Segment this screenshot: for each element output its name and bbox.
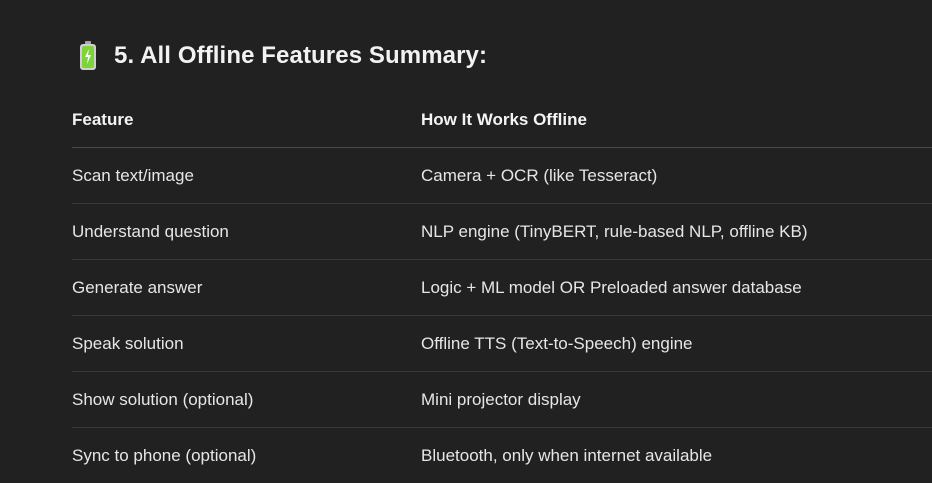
feature-cell: Scan text/image [72,165,194,185]
method-cell: Camera + OCR (like Tesseract) [421,165,658,185]
table-row: Scan text/image Camera + OCR (like Tesse… [72,148,932,204]
section-title: 5. All Offline Features Summary: [114,42,488,69]
method-cell: Logic + ML model OR Preloaded answer dat… [421,277,802,297]
feature-cell: Show solution (optional) [72,389,254,409]
table-row: Generate answer Logic + ML model OR Prel… [72,260,932,316]
features-table: Feature How It Works Offline Scan text/i… [72,92,932,483]
header-how-it-works: How It Works Offline [421,109,587,129]
table-row: Understand question NLP engine (TinyBERT… [72,204,932,260]
section-heading: 5. All Offline Features Summary: [78,38,487,74]
battery-icon [78,41,98,71]
table-row: Speak solution Offline TTS (Text-to-Spee… [72,316,932,372]
feature-cell: Understand question [72,221,229,241]
feature-cell: Sync to phone (optional) [72,446,257,465]
method-cell: NLP engine (TinyBERT, rule-based NLP, of… [421,221,808,241]
table-header-row: Feature How It Works Offline [72,92,932,148]
feature-cell: Speak solution [72,333,184,353]
table-row: Sync to phone (optional) Bluetooth, only… [72,428,932,483]
method-cell: Offline TTS (Text-to-Speech) engine [421,333,693,353]
table-row: Show solution (optional) Mini projector … [72,372,932,428]
feature-cell: Generate answer [72,277,203,297]
header-feature: Feature [72,109,134,129]
method-cell: Mini projector display [421,389,581,409]
method-cell: Bluetooth, only when internet available [421,446,713,465]
